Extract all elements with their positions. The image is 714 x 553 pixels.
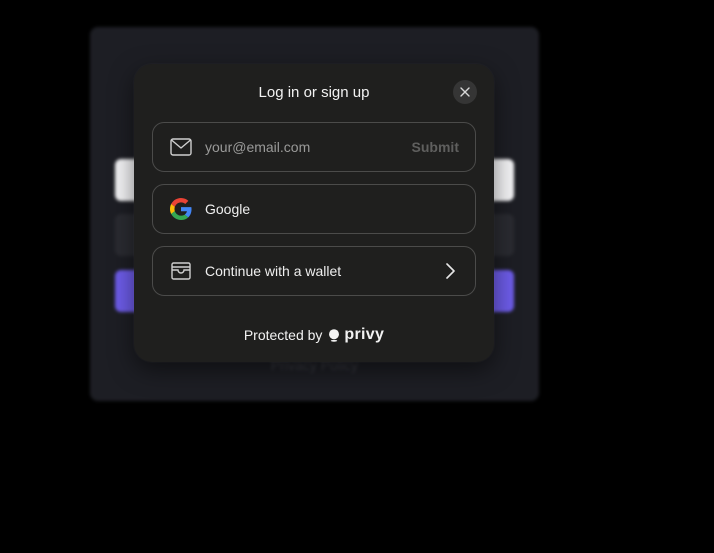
close-button[interactable] bbox=[453, 80, 477, 104]
privy-brand: privy bbox=[328, 326, 384, 344]
login-modal: Log in or sign up Submit bbox=[134, 64, 494, 362]
screen: Privacy Policy Log in or sign up Submit bbox=[0, 0, 714, 553]
google-icon bbox=[169, 197, 193, 221]
google-label: Google bbox=[205, 201, 251, 217]
wallet-login-button[interactable]: Continue with a wallet bbox=[152, 246, 476, 296]
close-icon bbox=[460, 87, 470, 97]
submit-button[interactable]: Submit bbox=[412, 139, 459, 155]
wallet-label: Continue with a wallet bbox=[205, 263, 342, 279]
privy-brand-name: privy bbox=[344, 326, 385, 343]
chevron-right-icon bbox=[445, 263, 455, 279]
protected-by-footer: Protected by privy bbox=[134, 326, 494, 344]
modal-title: Log in or sign up bbox=[258, 84, 370, 101]
email-input[interactable] bbox=[205, 139, 412, 155]
protected-by-text: Protected by bbox=[243, 327, 323, 343]
google-login-button[interactable]: Google bbox=[152, 184, 476, 234]
wallet-icon bbox=[169, 259, 193, 283]
email-field-row[interactable]: Submit bbox=[152, 122, 476, 172]
mail-icon bbox=[169, 135, 193, 159]
privy-logo-icon bbox=[329, 328, 340, 342]
